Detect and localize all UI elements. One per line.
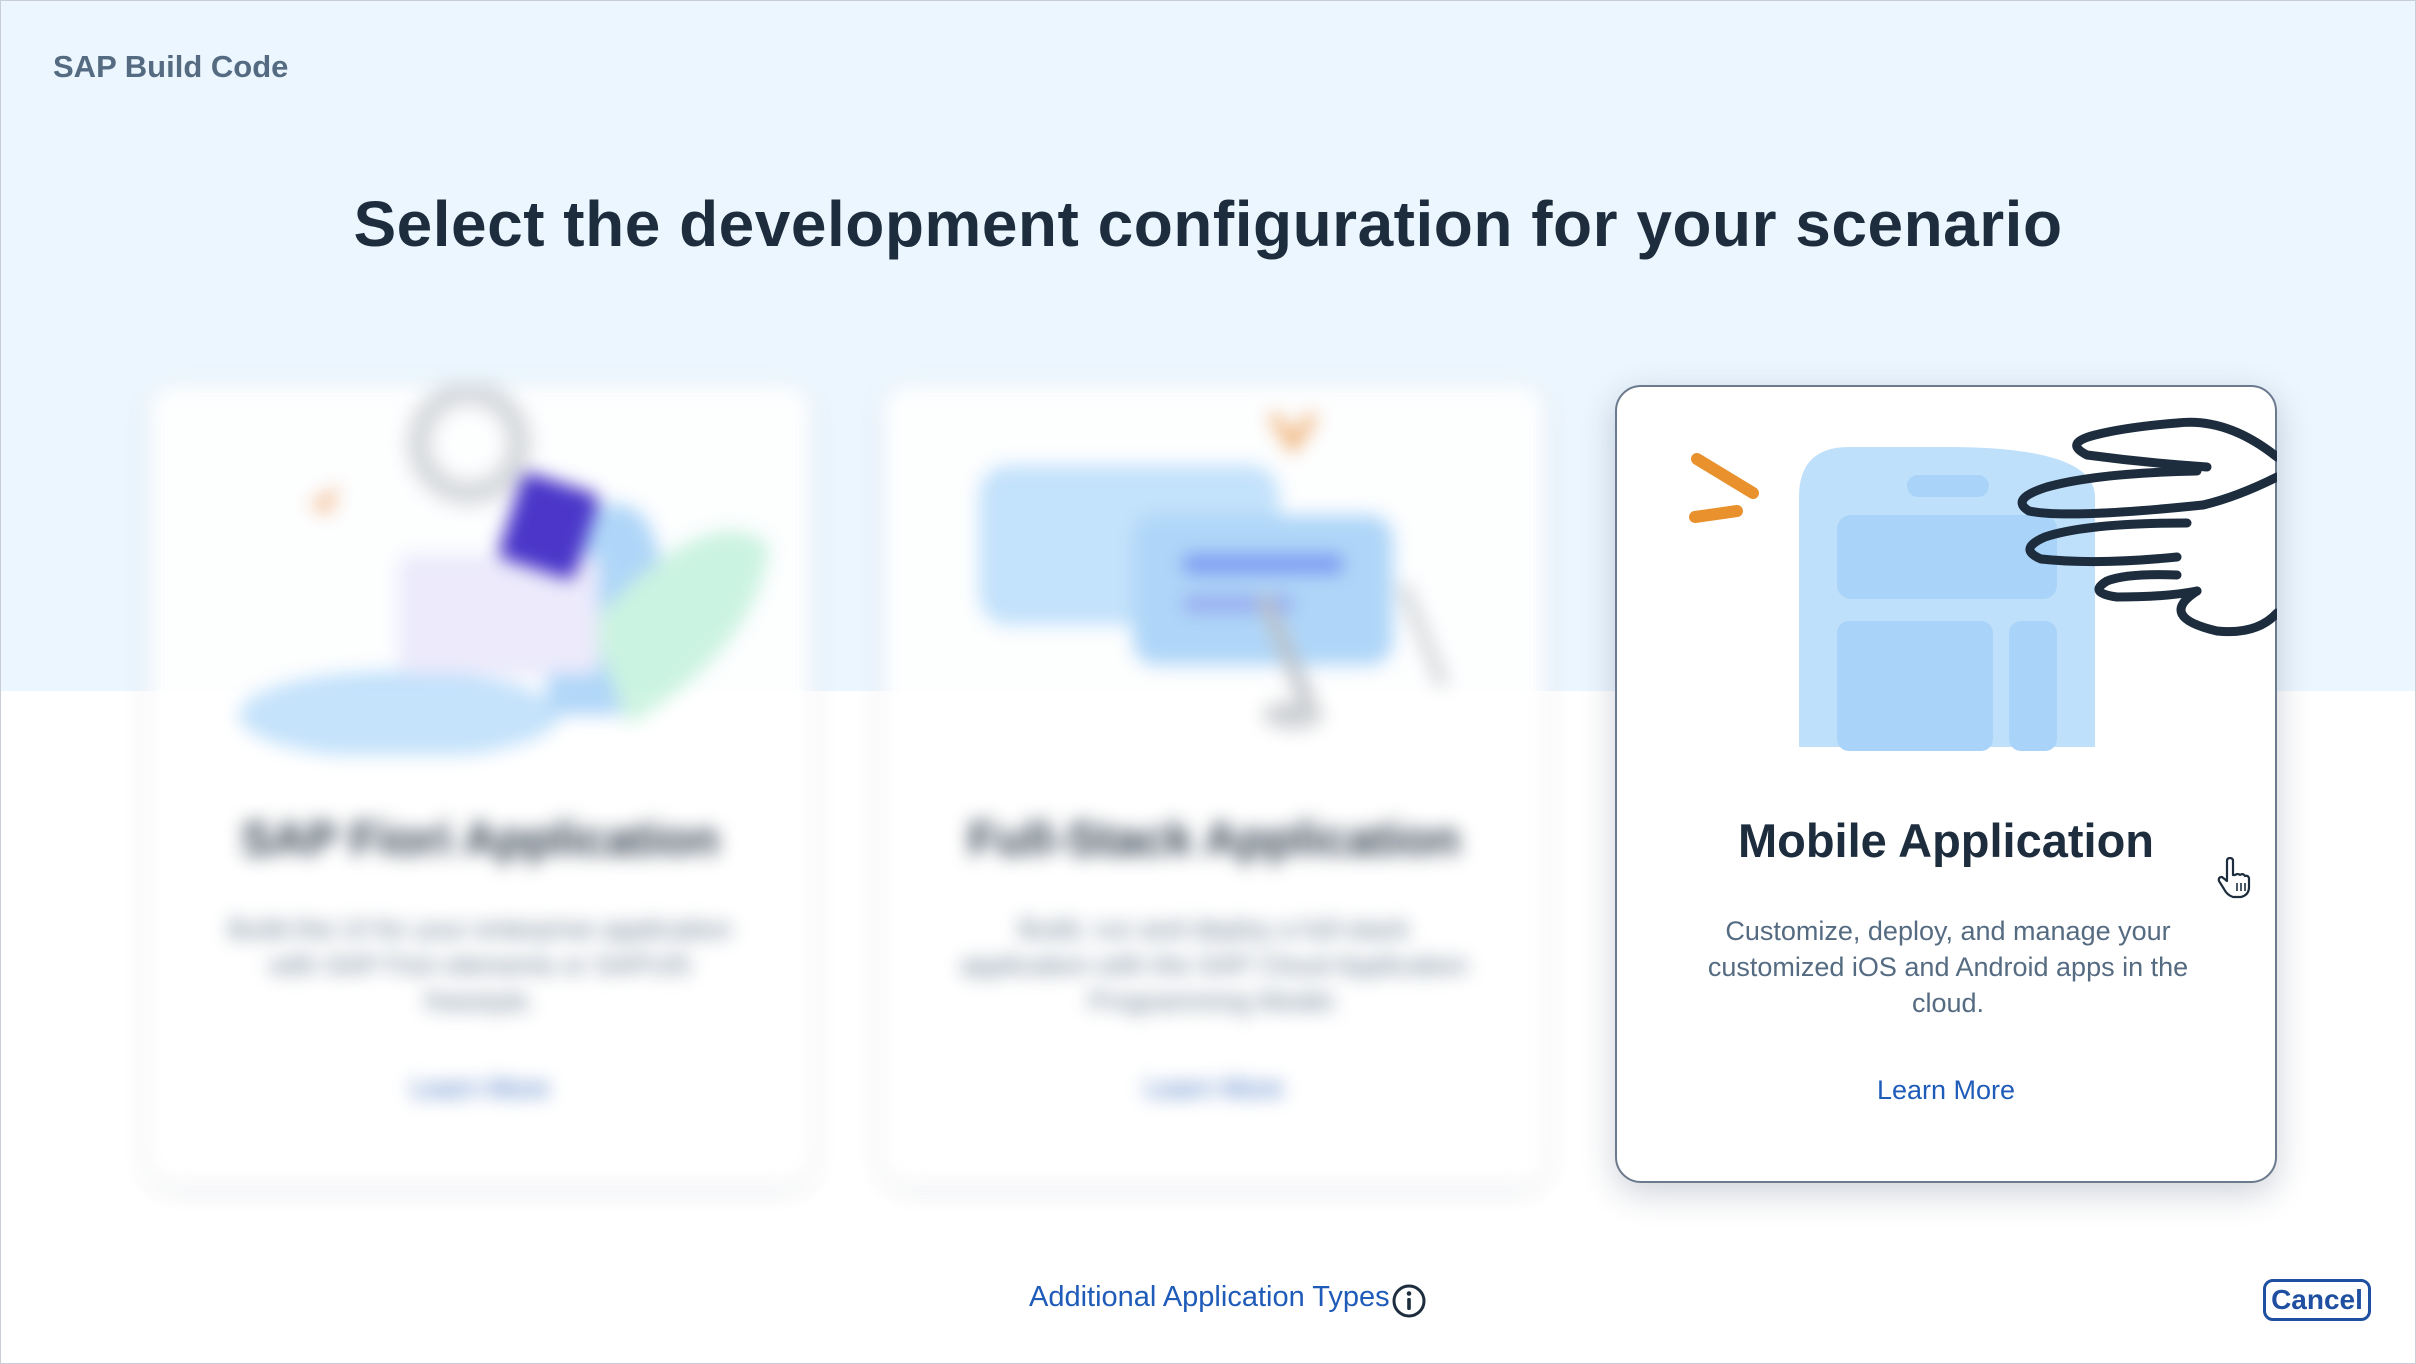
- learn-more-link[interactable]: Learn More: [883, 1073, 1545, 1104]
- card-description: Customize, deploy, and manage your custo…: [1707, 916, 2189, 1018]
- card-title: Full-Stack Application: [968, 812, 1460, 865]
- card-fiori-application[interactable]: SAP Fiori Application Build the UI for y…: [149, 381, 811, 1183]
- card-title: SAP Fiori Application: [241, 812, 719, 865]
- dialog-frame: SAP Build Code Select the development co…: [0, 0, 2416, 1364]
- fiori-illustration-icon: [149, 381, 811, 759]
- card-title: Mobile Application: [1737, 814, 2155, 867]
- cancel-button[interactable]: Cancel: [2263, 1279, 2371, 1321]
- learn-more-link[interactable]: Learn More: [1617, 1075, 2275, 1106]
- card-full-stack-application[interactable]: Full-Stack Application Build, run and de…: [883, 385, 1545, 1183]
- card-description: Build, run and deploy a full-stack appli…: [960, 914, 1468, 1016]
- learn-more-link[interactable]: Learn More: [149, 1073, 811, 1104]
- app-title: SAP Build Code: [53, 49, 289, 84]
- page-title: Select the development configuration for…: [353, 188, 2063, 260]
- hand-pointer-cursor-icon: [2217, 856, 2251, 899]
- full-stack-illustration-icon: [883, 385, 1545, 755]
- info-icon[interactable]: [1391, 1283, 1427, 1319]
- additional-application-types-link[interactable]: Additional Application Types: [1029, 1281, 1390, 1314]
- mobile-phone-hand-icon: [1617, 387, 2282, 757]
- card-description: Build the UI for your enterprise applica…: [228, 914, 732, 1016]
- card-mobile-application[interactable]: Mobile Application Customize, deploy, an…: [1615, 385, 2282, 1183]
